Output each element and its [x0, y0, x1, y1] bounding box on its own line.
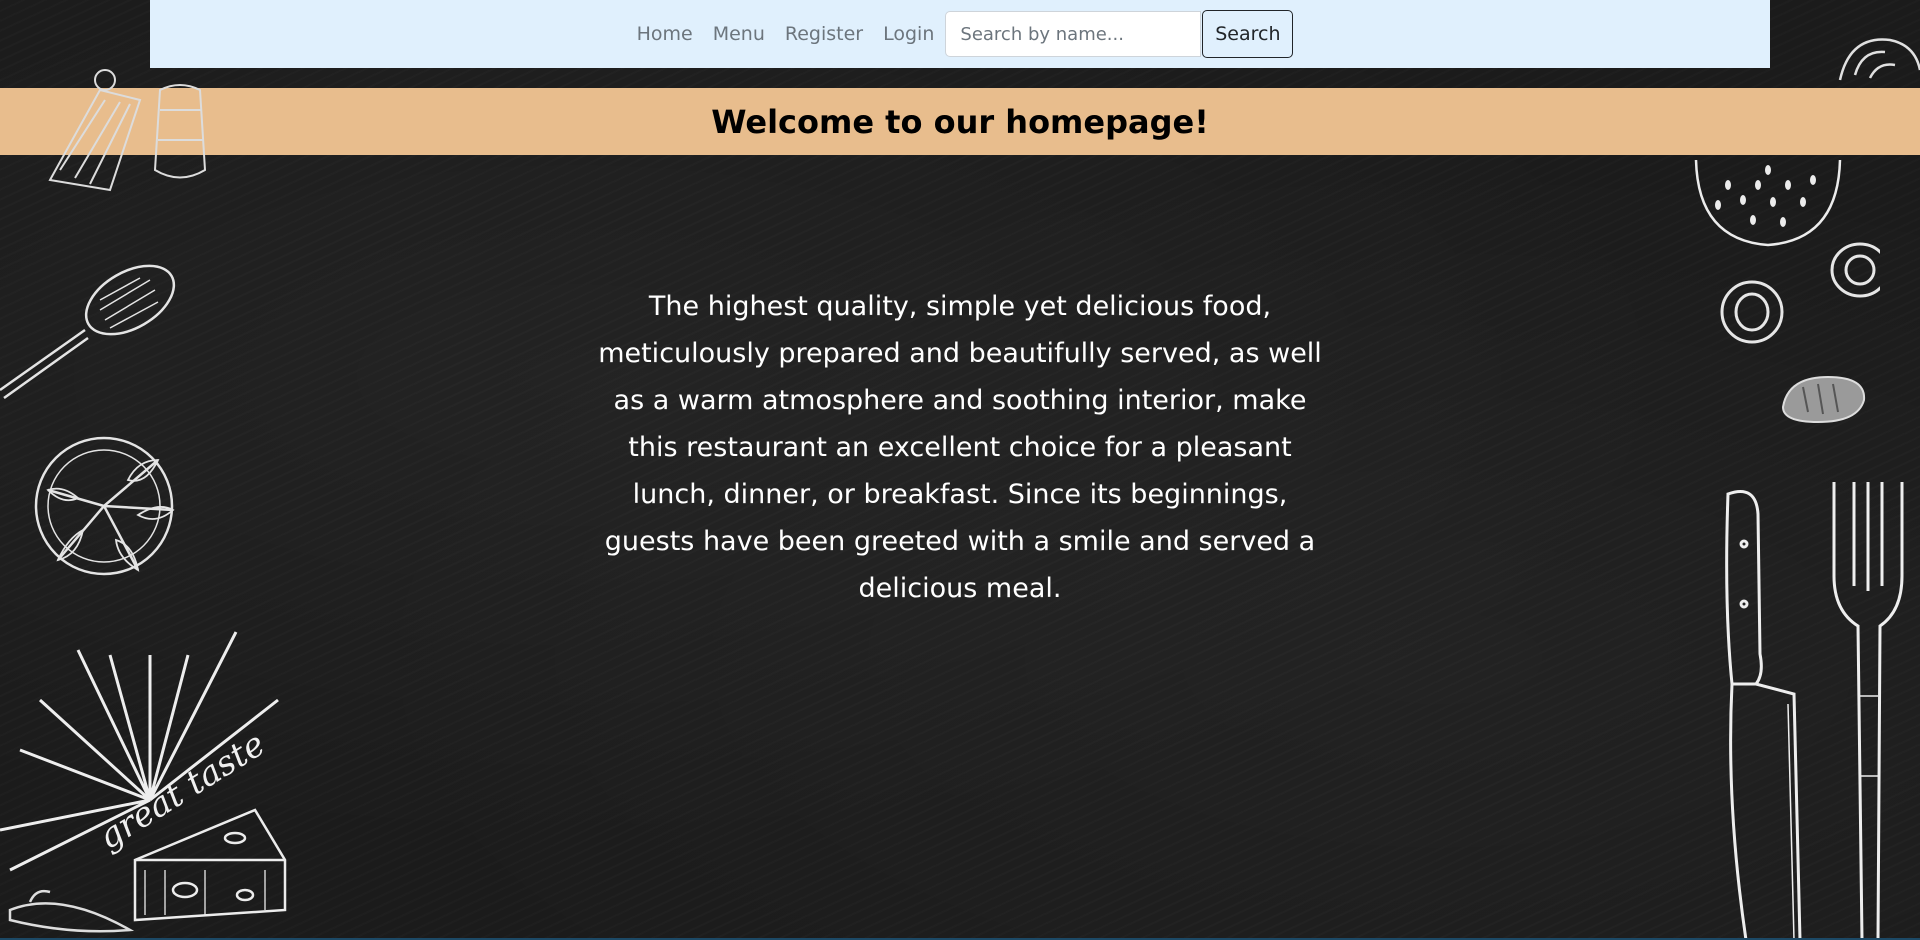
fork-icon	[1832, 482, 1904, 940]
nav-link-register[interactable]: Register	[775, 23, 873, 45]
search-button[interactable]: Search	[1202, 10, 1294, 58]
spoon-icon	[0, 264, 176, 400]
page-title: Welcome to our homepage!	[711, 102, 1209, 141]
onion-ring-icon	[1720, 242, 1880, 344]
pepper-icon	[8, 889, 135, 933]
nav-link-login[interactable]: Login	[873, 23, 944, 45]
nav-links: Home Menu Register Login	[627, 23, 945, 45]
bread-icon	[1781, 375, 1866, 424]
cheese-icon	[133, 808, 287, 922]
herb-plate-icon	[34, 436, 175, 576]
nav-link-menu[interactable]: Menu	[703, 23, 775, 45]
knife-icon	[1725, 490, 1802, 940]
search-form: Search	[945, 10, 1294, 58]
welcome-banner: Welcome to our homepage!	[0, 88, 1920, 155]
pizza-icon	[1694, 159, 1842, 247]
wrap-icon	[48, 69, 207, 192]
search-input[interactable]	[945, 11, 1202, 57]
nav-link-home[interactable]: Home	[627, 23, 703, 45]
pastry-icon	[1838, 38, 1920, 81]
intro-paragraph: The highest quality, simple yet deliciou…	[598, 291, 1322, 604]
top-navbar: Home Menu Register Login Search	[150, 0, 1770, 68]
